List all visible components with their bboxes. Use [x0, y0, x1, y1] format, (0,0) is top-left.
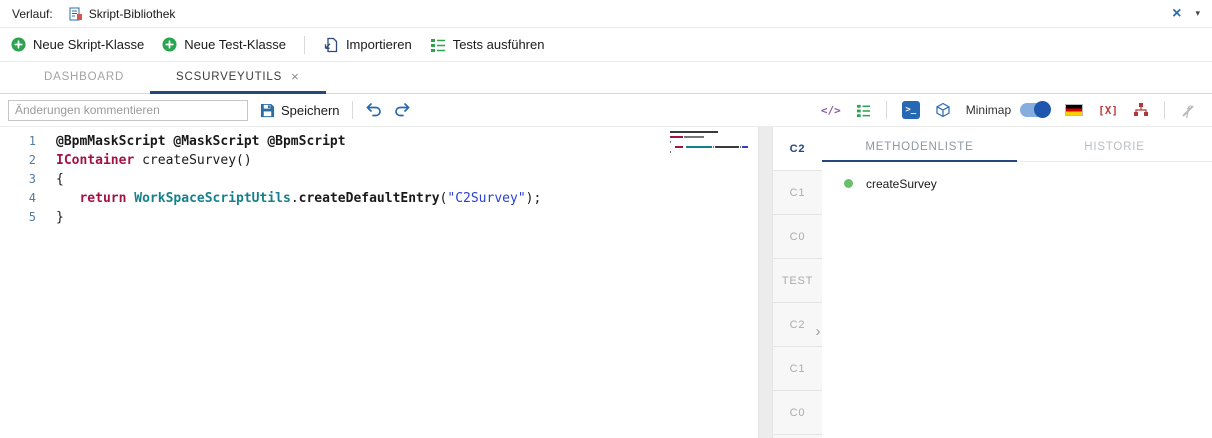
function-disabled-icon: ƒ [1180, 102, 1196, 118]
code-text: { [50, 170, 64, 189]
code-icon: </> [821, 104, 841, 117]
editor-toolbar: Speichern </> >_ Minimap [0, 94, 1212, 127]
toolbar-separator [352, 101, 353, 119]
cube-icon [935, 102, 951, 118]
redo-button[interactable] [394, 103, 411, 118]
method-visibility-icon [844, 179, 853, 188]
class-strip-item-c0[interactable]: C0 [773, 391, 822, 435]
editor-toolbar-right: </> >_ Minimap [X] [821, 101, 1204, 119]
history-label: Verlauf: [12, 7, 53, 21]
code-area: 1@BpmMaskScript @MaskScript @BpmScript2I… [0, 132, 758, 227]
script-library-icon [69, 7, 83, 21]
german-flag-icon[interactable] [1065, 104, 1083, 116]
class-strip-item-c1[interactable]: C1 [773, 347, 822, 391]
tab-label: SCSURVEYUTILS [176, 71, 282, 83]
toolbar-separator [886, 101, 887, 119]
hierarchy-button[interactable] [1133, 103, 1149, 117]
tab-bar: DASHBOARD SCSURVEYUTILS × [0, 62, 1212, 94]
class-strip-item-c2[interactable]: C2 [773, 127, 822, 171]
console-icon: >_ [905, 105, 916, 115]
toggle-knob [1034, 101, 1051, 118]
method-name: createSurvey [866, 177, 937, 191]
main-toolbar: Neue Skript-Klasse Neue Test-Klasse Impo… [0, 28, 1212, 62]
plus-circle-icon [11, 37, 26, 52]
toolbar-separator [304, 36, 305, 54]
test-list-button[interactable] [856, 103, 871, 118]
method-list: createSurvey [822, 162, 1212, 195]
xml-icon: [X] [1098, 104, 1118, 117]
right-panel: METHODENLISTE HISTORIE createSurvey [822, 127, 1212, 438]
code-line: 2IContainer createSurvey() [0, 151, 758, 170]
script-library-app: Verlauf: Skript-Bibliothek × ▾ Neue Skri… [0, 0, 1212, 438]
panel-tabs: METHODENLISTE HISTORIE [822, 134, 1212, 162]
code-line: 5} [0, 208, 758, 227]
close-icon[interactable]: × [1172, 6, 1181, 22]
xml-export-button[interactable]: [X] [1098, 104, 1118, 117]
new-test-class-button[interactable]: Neue Test-Klasse [162, 37, 286, 52]
main-area: 1@BpmMaskScript @MaskScript @BpmScript2I… [0, 127, 1212, 438]
import-icon [323, 37, 339, 53]
history-item-label: Skript-Bibliothek [89, 7, 176, 21]
run-tests-button[interactable]: Tests ausführen [430, 37, 545, 53]
code-text: @BpmMaskScript @MaskScript @BpmScript [50, 132, 346, 151]
chevron-down-icon[interactable]: ▾ [1195, 8, 1200, 19]
code-text: IContainer createSurvey() [50, 151, 252, 170]
history-bar: Verlauf: Skript-Bibliothek × ▾ [0, 0, 1212, 28]
button-label: Neue Skript-Klasse [33, 37, 144, 52]
save-button[interactable]: Speichern [260, 103, 340, 118]
code-text: return WorkSpaceScriptUtils.createDefaul… [50, 189, 541, 208]
run-tests-icon [430, 37, 446, 53]
button-label: Tests ausführen [453, 37, 545, 52]
code-line: 3{ [0, 170, 758, 189]
code-editor[interactable]: 1@BpmMaskScript @MaskScript @BpmScript2I… [0, 127, 758, 438]
tab-close-icon[interactable]: × [291, 70, 299, 83]
console-button[interactable]: >_ [902, 101, 920, 119]
package-cube-button[interactable] [935, 102, 951, 118]
line-number: 4 [0, 189, 50, 208]
line-number: 3 [0, 170, 50, 189]
toolbar-separator [1164, 101, 1165, 119]
history-item-skript-bibliothek[interactable]: Skript-Bibliothek [69, 7, 176, 21]
editor-scrollbar[interactable] [758, 127, 772, 438]
undo-icon [365, 103, 382, 118]
class-strip-item-c1[interactable]: C1 [773, 171, 822, 215]
class-strip-item-test[interactable]: TEST [773, 259, 822, 303]
panel-collapse-handle[interactable]: › [813, 323, 823, 340]
code-format-button[interactable]: </> [821, 104, 841, 117]
code-line: 1@BpmMaskScript @MaskScript @BpmScript [0, 132, 758, 151]
class-strip: C2C1C0TESTC2C1C0 [772, 127, 822, 438]
line-number: 5 [0, 208, 50, 227]
line-number: 1 [0, 132, 50, 151]
minimap-label: Minimap [966, 103, 1011, 117]
tab-dashboard[interactable]: DASHBOARD [18, 62, 150, 94]
save-label: Speichern [281, 103, 340, 118]
minimap-toggle-group: Minimap [966, 103, 1050, 117]
class-strip-item-c0[interactable]: C0 [773, 215, 822, 259]
hierarchy-icon [1133, 103, 1149, 117]
button-label: Neue Test-Klasse [184, 37, 286, 52]
minimap-toggle[interactable] [1020, 103, 1050, 117]
test-list-icon [856, 103, 871, 118]
save-icon [260, 103, 275, 118]
code-line: 4 return WorkSpaceScriptUtils.createDefa… [0, 189, 758, 208]
line-number: 2 [0, 151, 50, 170]
method-list-item[interactable]: createSurvey [844, 172, 1212, 195]
history-bar-actions: × ▾ [1172, 6, 1200, 22]
tab-label: DASHBOARD [44, 71, 124, 83]
redo-icon [394, 103, 411, 118]
code-text: } [50, 208, 64, 227]
button-label: Importieren [346, 37, 412, 52]
tab-historie[interactable]: HISTORIE [1017, 134, 1212, 162]
plus-circle-icon [162, 37, 177, 52]
comment-input[interactable] [8, 100, 248, 121]
import-button[interactable]: Importieren [323, 37, 412, 53]
new-script-class-button[interactable]: Neue Skript-Klasse [11, 37, 144, 52]
tab-scsurveyutils[interactable]: SCSURVEYUTILS × [150, 62, 325, 94]
tab-methodenliste[interactable]: METHODENLISTE [822, 134, 1017, 162]
minimap[interactable] [670, 131, 748, 153]
undo-button[interactable] [365, 103, 382, 118]
